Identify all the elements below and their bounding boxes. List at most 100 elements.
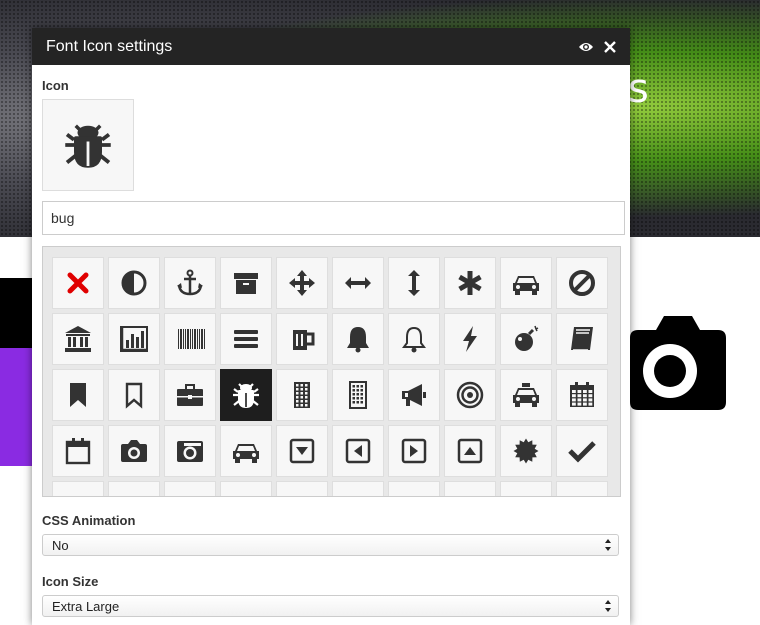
icon-option-bomb[interactable] <box>500 313 552 365</box>
times-icon <box>67 272 89 294</box>
certificate-icon <box>513 438 539 464</box>
square-icon <box>174 491 206 497</box>
css-animation-value: No <box>52 538 69 553</box>
icon-picker-grid <box>42 246 621 497</box>
css-animation-select[interactable]: No <box>42 534 619 556</box>
ban-icon <box>569 270 595 296</box>
icon-size-label: Icon Size <box>42 574 99 589</box>
icon-option-bar-chart[interactable] <box>108 313 160 365</box>
icon-option-times[interactable] <box>52 257 104 309</box>
icon-option-bank[interactable] <box>52 313 104 365</box>
icon-option-barcode[interactable] <box>164 313 216 365</box>
icon-option-arrow[interactable] <box>276 481 328 496</box>
icon-option-camera-retro[interactable] <box>164 425 216 477</box>
icon-option-circle[interactable] <box>556 481 608 497</box>
icon-option-bullseye[interactable] <box>444 369 496 421</box>
icon-option-book[interactable] <box>556 313 608 365</box>
css-animation-label: CSS Animation <box>42 513 136 528</box>
car-icon <box>233 444 259 463</box>
icon-option-car[interactable] <box>220 425 272 477</box>
icon-option-arrows-h[interactable] <box>332 257 384 309</box>
bookmark-icon <box>70 383 86 407</box>
beer-icon <box>293 330 315 350</box>
icon-option-ban[interactable] <box>556 257 608 309</box>
bug-icon <box>233 383 259 408</box>
bolt-icon <box>463 326 477 352</box>
black-block <box>0 278 32 348</box>
icon-option-bolt[interactable] <box>444 313 496 365</box>
icon-option-building[interactable] <box>276 369 328 421</box>
icon-option-circle[interactable] <box>500 481 552 496</box>
icon-option-circle[interactable] <box>52 481 104 496</box>
bullseye-icon <box>456 381 484 409</box>
purple-block <box>0 348 32 466</box>
caret-square-o-down-icon <box>289 438 315 464</box>
icon-option-arrows-v[interactable] <box>388 257 440 309</box>
circle-icon <box>398 491 430 497</box>
icon-option-pie[interactable] <box>444 481 496 496</box>
icon-option-calendar-o[interactable] <box>52 425 104 477</box>
icon-search-input[interactable] <box>42 201 625 235</box>
icon-option-check[interactable] <box>556 425 608 477</box>
icon-option-archive[interactable] <box>220 257 272 309</box>
icon-option-bookmark[interactable] <box>52 369 104 421</box>
icon-option-anchor[interactable] <box>164 257 216 309</box>
icon-preview <box>42 99 134 191</box>
icon-option-caret-square-o-left[interactable] <box>332 425 384 477</box>
book-icon <box>571 327 593 351</box>
icon-size-value: Extra Large <box>52 599 120 614</box>
icon-option-circle[interactable] <box>332 481 384 497</box>
icon-option-bell[interactable] <box>332 313 384 365</box>
bomb-icon <box>515 325 539 351</box>
icon-option-car[interactable] <box>500 257 552 309</box>
icon-option-bell-o[interactable] <box>388 313 440 365</box>
icon-option-bookmark-o[interactable] <box>108 369 160 421</box>
building-o-icon <box>349 381 367 409</box>
camera-icon <box>121 440 147 462</box>
building-icon <box>294 382 310 408</box>
anchor-icon <box>177 269 203 296</box>
icon-option-briefcase[interactable] <box>164 369 216 421</box>
select-arrows-icon <box>605 600 611 612</box>
icon-option-bug[interactable] <box>220 369 272 421</box>
bullhorn-icon <box>402 384 426 406</box>
select-arrows-icon <box>605 539 611 551</box>
icon-option-building-o[interactable] <box>332 369 384 421</box>
arrows-h-icon <box>345 277 371 289</box>
circle-icon <box>118 491 150 497</box>
icon-option-caret-square-o-up[interactable] <box>444 425 496 477</box>
barcode-icon <box>178 329 205 349</box>
icon-option-calendar[interactable] <box>556 369 608 421</box>
caret-square-o-left-icon <box>345 438 371 464</box>
icon-option-caret-square-o-down[interactable] <box>276 425 328 477</box>
icon-option-cab[interactable] <box>500 369 552 421</box>
icon-size-select[interactable]: Extra Large <box>42 595 619 617</box>
icon-option-adjust[interactable] <box>108 257 160 309</box>
icon-option-bars[interactable] <box>220 313 272 365</box>
dialog-title: Font Icon settings <box>46 37 173 55</box>
icon-option-beer[interactable] <box>276 313 328 365</box>
adjust-icon <box>121 270 147 296</box>
icon-option-caret-square-o-right[interactable] <box>388 425 440 477</box>
circle-icon <box>342 491 374 497</box>
icon-option-certificate[interactable] <box>500 425 552 477</box>
close-icon[interactable] <box>604 40 616 53</box>
icon-option-arrows[interactable] <box>276 257 328 309</box>
car-icon <box>513 276 539 295</box>
icon-option-square[interactable] <box>220 481 272 497</box>
icon-option-asterisk[interactable] <box>444 257 496 309</box>
circle-icon <box>566 491 598 497</box>
asterisk-icon <box>458 271 482 295</box>
check-icon <box>568 441 596 463</box>
square-icon <box>230 491 262 497</box>
dialog-header: Font Icon settings <box>32 28 630 65</box>
icon-option-circle[interactable] <box>108 481 160 497</box>
bug-icon <box>65 124 111 168</box>
eye-icon[interactable] <box>578 41 594 53</box>
icon-option-circle[interactable] <box>388 481 440 497</box>
icon-option-bullhorn[interactable] <box>388 369 440 421</box>
icon-option-square[interactable] <box>164 481 216 497</box>
caret-square-o-up-icon <box>457 438 483 464</box>
icon-option-camera[interactable] <box>108 425 160 477</box>
arrows-v-icon <box>408 270 420 296</box>
